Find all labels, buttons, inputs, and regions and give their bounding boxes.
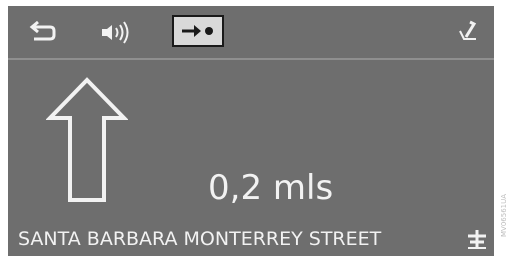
highway-junction-icon (466, 229, 488, 253)
arrow-to-destination-icon[interactable] (172, 15, 224, 47)
speaker-volume-icon[interactable] (98, 19, 138, 45)
street-bar: SANTA BARBARA MONTERREY STREET (8, 222, 494, 256)
straight-arrow-icon (45, 76, 129, 208)
toolbar (8, 6, 494, 58)
image-code: MV06561UA (500, 193, 508, 237)
back-arrow-icon[interactable] (28, 19, 58, 45)
distance-to-turn: 0,2 mls (208, 168, 334, 208)
pin-icon[interactable] (454, 19, 480, 45)
street-name: SANTA BARBARA MONTERREY STREET (18, 228, 382, 250)
navigation-screen: 0,2 mls SANTA BARBARA MONTERREY STREET (8, 6, 494, 256)
toolbar-divider (8, 58, 494, 60)
